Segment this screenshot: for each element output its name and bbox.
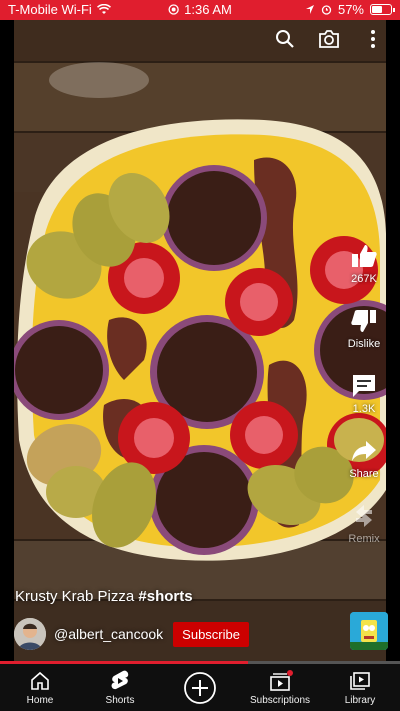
tab-shorts-label: Shorts — [105, 694, 135, 706]
tab-home[interactable]: Home — [0, 664, 80, 711]
remix-icon — [355, 505, 372, 527]
clock-time: 1:36 AM — [184, 2, 232, 17]
notification-dot — [287, 669, 293, 676]
tab-create[interactable] — [160, 664, 240, 711]
hashtag-link[interactable]: #shorts — [138, 588, 192, 605]
share-button[interactable]: Share — [349, 437, 379, 480]
tab-library[interactable]: Library — [320, 664, 400, 711]
channel-row: @albert_cancook Subscribe — [14, 618, 249, 650]
like-button[interactable]: 267K — [350, 242, 378, 285]
action-rail: 267K Dislike 1.3K Share Remix — [334, 242, 394, 567]
top-actions — [274, 28, 384, 50]
library-icon — [349, 670, 371, 692]
tab-home-label: Home — [26, 694, 54, 706]
remix-label: Remix — [348, 533, 380, 545]
time-group: 1:36 AM — [168, 2, 232, 17]
home-icon — [30, 670, 50, 692]
battery-icon — [370, 4, 395, 15]
dislike-button[interactable]: Dislike — [348, 307, 380, 350]
comment-icon — [353, 375, 375, 397]
create-icon — [183, 671, 217, 704]
share-label: Share — [349, 468, 379, 480]
wifi-icon — [96, 4, 111, 14]
sound-thumbnail[interactable] — [350, 612, 388, 650]
alarm-icon — [321, 5, 332, 15]
location-icon — [305, 5, 314, 14]
battery-fill — [372, 6, 382, 13]
status-right: 57% — [305, 2, 395, 17]
channel-handle[interactable]: @albert_cancook — [54, 626, 163, 642]
subscribe-button[interactable]: Subscribe — [173, 621, 249, 647]
more-icon[interactable] — [362, 28, 384, 50]
comment-button[interactable]: 1.3K — [350, 372, 378, 415]
carrier-group: T-Mobile Wi-Fi — [8, 2, 111, 17]
video-frame-pizza — [14, 20, 386, 661]
tab-subscriptions-label: Subscriptions — [249, 694, 311, 706]
avatar[interactable] — [14, 618, 46, 650]
carrier-label: T-Mobile Wi-Fi — [8, 2, 92, 17]
bottom-nav: Home Shorts Subscriptions Library — [0, 664, 400, 711]
tab-subscriptions[interactable]: Subscriptions — [240, 664, 320, 711]
dislike-label: Dislike — [347, 338, 381, 350]
record-icon — [168, 4, 179, 15]
shorts-icon — [111, 670, 129, 692]
battery-percent: 57% — [337, 2, 364, 17]
tab-library-label: Library — [344, 694, 376, 706]
share-icon — [351, 441, 376, 461]
subscriptions-icon — [269, 669, 293, 692]
video-player[interactable] — [14, 20, 386, 661]
video-title-text: Krusty Krab Pizza — [15, 588, 135, 605]
video-title[interactable]: Krusty Krab Pizza #shorts — [15, 588, 193, 605]
search-icon[interactable] — [274, 28, 296, 50]
tab-shorts[interactable]: Shorts — [80, 664, 160, 711]
like-count: 267K — [351, 273, 377, 285]
status-bar: T-Mobile Wi-Fi 1:36 AM 57% — [0, 0, 400, 20]
thumbs-up-icon — [352, 245, 377, 267]
remix-button[interactable]: Remix — [348, 502, 380, 545]
comment-count: 1.3K — [352, 403, 376, 415]
camera-icon[interactable] — [318, 28, 340, 50]
thumbs-down-icon — [351, 310, 376, 332]
